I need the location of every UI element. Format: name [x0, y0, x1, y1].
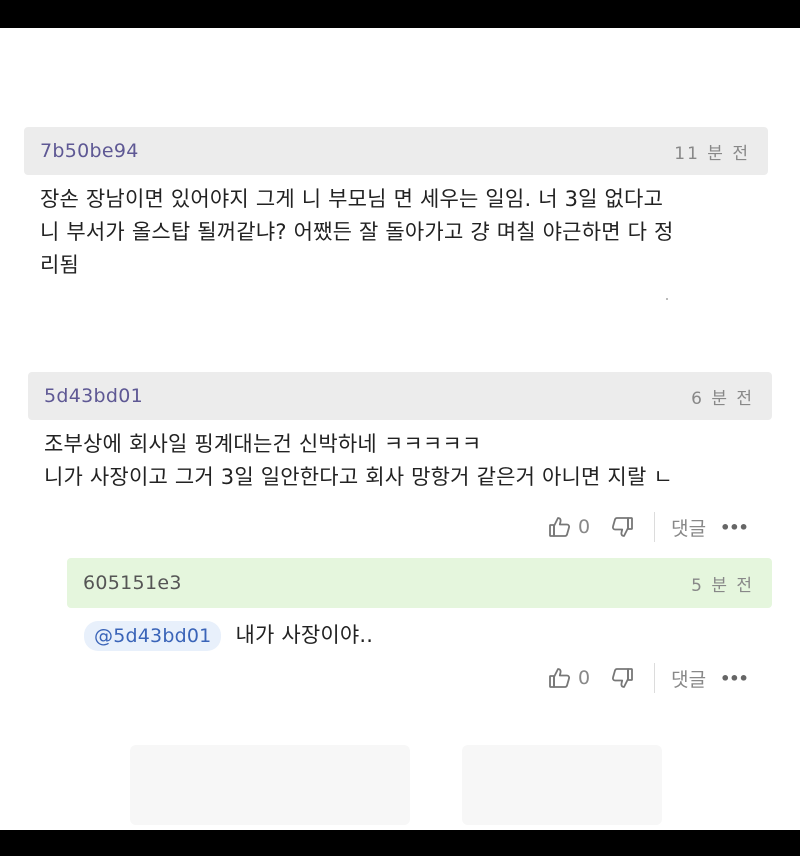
top-black-bar [0, 0, 800, 28]
comment-time: 11 분 전 [674, 143, 750, 164]
comment-author[interactable]: 5d43bd01 [44, 385, 143, 407]
comment-line: 리됨 [40, 253, 80, 277]
comment-line: 조부상에 회사일 핑계대는건 신박하네 ㅋㅋㅋㅋㅋ [44, 432, 482, 456]
faded-block [462, 745, 662, 825]
faded-block [130, 745, 410, 825]
comment-actions: 0 댓글 ••• [548, 510, 749, 544]
like-count: 0 [578, 667, 591, 689]
more-options-icon[interactable]: ••• [720, 669, 749, 688]
stray-dot [666, 298, 668, 300]
thumbs-down-icon[interactable] [610, 515, 634, 539]
mention-tag[interactable]: @5d43bd01 [84, 620, 222, 651]
reply-time: 5 분 전 [691, 575, 754, 596]
divider [654, 512, 656, 542]
reply-content: 내가 사장이야.. [235, 623, 374, 647]
thumbs-up-icon[interactable] [548, 515, 572, 539]
comment-header: 7b50be94 11 분 전 [24, 127, 768, 175]
reply-header: 605151e3 5 분 전 [67, 558, 772, 608]
reply-button[interactable]: 댓글 [671, 665, 706, 692]
comment-text: 조부상에 회사일 핑계대는건 신박하네 ㅋㅋㅋㅋㅋ 니가 사장이고 그거 3일 … [44, 428, 784, 494]
reply-button[interactable]: 댓글 [671, 514, 706, 541]
thumbs-down-icon[interactable] [610, 666, 634, 690]
divider [654, 663, 656, 693]
comment-time: 6 분 전 [691, 388, 754, 409]
comment-line: 니 부서가 올스탑 될꺼같냐? 어쨌든 잘 돌아가고 걍 며칠 야근하면 다 정 [40, 220, 674, 244]
reply-text: @5d43bd01 내가 사장이야.. [84, 619, 764, 652]
like-count: 0 [578, 516, 591, 538]
reply-actions: 0 댓글 ••• [548, 661, 749, 695]
comment-line: 니가 사장이고 그거 3일 일안한다고 회사 망항거 같은거 아니면 지랄 ㄴ [44, 465, 673, 489]
comment-header: 5d43bd01 6 분 전 [28, 372, 772, 420]
comment-author[interactable]: 7b50be94 [40, 140, 139, 162]
reply-author[interactable]: 605151e3 [83, 572, 182, 594]
bottom-black-bar [0, 830, 800, 856]
comment-line: 장손 장남이면 있어야지 그게 니 부모님 면 세우는 일임. 너 3일 없다고 [40, 187, 664, 211]
comment-text: 장손 장남이면 있어야지 그게 니 부모님 면 세우는 일임. 너 3일 없다고… [40, 183, 780, 282]
more-options-icon[interactable]: ••• [720, 518, 749, 537]
thumbs-up-icon[interactable] [548, 666, 572, 690]
